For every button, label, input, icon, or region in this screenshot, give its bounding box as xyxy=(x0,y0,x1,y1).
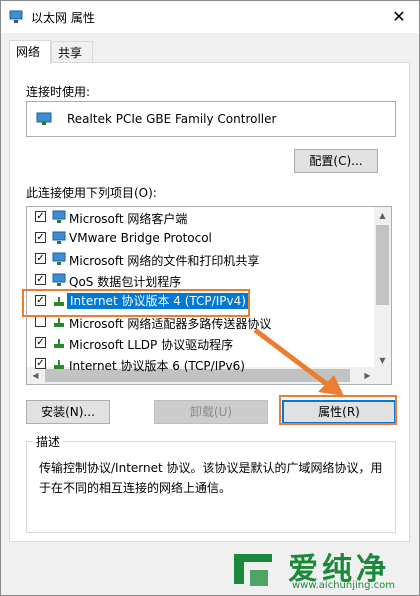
vertical-scroll-thumb[interactable] xyxy=(376,225,389,305)
watermark-url: www.aichunjing.com xyxy=(292,580,395,591)
tab-sharing[interactable]: 共享 xyxy=(51,41,93,63)
adapter-name: Realtek PCIe GBE Family Controller xyxy=(67,112,277,126)
description-text: 传输控制协议/Internet 协议。该协议是默认的广域网络协议，用于在不同的相… xyxy=(39,461,383,495)
watermark-logo: 爱纯净 www.aichunjing.com xyxy=(228,540,420,596)
item-checkbox[interactable]: ✓ xyxy=(35,358,46,369)
item-label: Microsoft 网络客户端 xyxy=(69,212,188,226)
protocol-icon xyxy=(54,318,64,327)
item-checkbox[interactable]: ✓ xyxy=(35,211,46,222)
item-checkbox[interactable]: ✓ xyxy=(35,253,46,264)
items-label: 此连接使用下列项目(O): xyxy=(26,186,157,200)
logo-mark-icon xyxy=(234,554,272,586)
network-client-icon xyxy=(52,273,66,286)
list-item[interactable]: ✓ Microsoft LLDP 协议驱动程序 xyxy=(27,333,372,354)
protocol-icon xyxy=(54,339,64,348)
vertical-scrollbar[interactable]: ▲ ▼ xyxy=(374,207,391,369)
description-label: 描述 xyxy=(33,433,64,450)
item-checkbox[interactable] xyxy=(35,316,46,327)
list-item[interactable]: ✓ QoS 数据包计划程序 xyxy=(27,270,372,291)
list-item[interactable]: ✓ VMware Bridge Protocol xyxy=(27,228,372,249)
title-bar: 以太网 属性 ✕ xyxy=(1,1,419,33)
description-group: 描述 传输控制协议/Internet 协议。该协议是默认的广域网络协议，用于在不… xyxy=(26,433,396,533)
selected-item-highlight xyxy=(22,289,250,317)
scroll-up-icon[interactable]: ▲ xyxy=(374,207,391,224)
window-title: 以太网 属性 xyxy=(31,11,95,25)
item-checkbox[interactable]: ✓ xyxy=(35,337,46,348)
item-label: Microsoft 网络的文件和打印机共享 xyxy=(69,254,260,268)
connect-using-label: 连接时使用: xyxy=(26,85,91,99)
item-label: Internet 协议版本 6 (TCP/IPv6) xyxy=(69,359,245,373)
uninstall-button[interactable]: 卸载(U) xyxy=(154,400,268,424)
item-checkbox[interactable]: ✓ xyxy=(35,274,46,285)
close-button[interactable]: ✕ xyxy=(385,7,413,27)
install-button[interactable]: 安装(N)... xyxy=(26,400,110,424)
scroll-corner xyxy=(374,367,391,384)
item-label: QoS 数据包计划程序 xyxy=(69,275,182,289)
list-item[interactable]: ✓ Internet 协议版本 6 (TCP/IPv6) xyxy=(27,354,372,375)
network-client-icon xyxy=(52,210,66,223)
network-adapter-icon xyxy=(9,10,23,23)
list-item[interactable]: ✓ Microsoft 网络的文件和打印机共享 xyxy=(27,249,372,270)
list-item[interactable]: ✓ Microsoft 网络客户端 xyxy=(27,207,372,228)
item-checkbox[interactable]: ✓ xyxy=(35,232,46,243)
tab-network[interactable]: 网络 xyxy=(9,40,51,64)
item-label: VMware Bridge Protocol xyxy=(69,231,212,245)
protocol-icon xyxy=(54,360,64,369)
properties-button-highlight xyxy=(279,395,397,425)
item-label: Microsoft LLDP 协议驱动程序 xyxy=(69,338,234,352)
network-adapter-icon xyxy=(36,112,52,125)
configure-button[interactable]: 配置(C)... xyxy=(294,149,378,173)
network-client-icon xyxy=(52,231,66,244)
item-label: Microsoft 网络适配器多路传送器协议 xyxy=(69,317,272,331)
adapter-box: Realtek PCIe GBE Family Controller xyxy=(26,101,396,137)
network-client-icon xyxy=(52,252,66,265)
